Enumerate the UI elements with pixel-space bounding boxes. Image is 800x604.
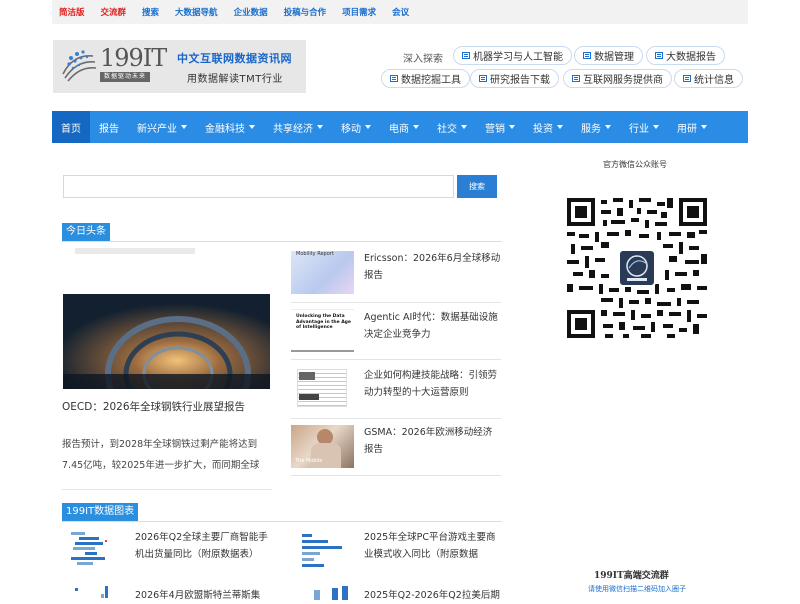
- news-title-skills-strategy[interactable]: 企业如何构建技能战略：引领劳动力转型的十大运营原则: [364, 367, 501, 401]
- main-nav: 首页 报告 新兴产业 金融科技 共享经济 移动 电商 社交 营销 投资 服务 行…: [52, 111, 748, 143]
- topbar-link-submit[interactable]: 投稿与合作: [284, 6, 327, 18]
- nav-item-invest[interactable]: 投资: [524, 111, 572, 143]
- logo-slogan: 数据驱动未来: [100, 72, 150, 82]
- topbar-link-search[interactable]: 搜索: [142, 6, 159, 18]
- nav-item-reports[interactable]: 报告: [90, 111, 128, 143]
- chart-thumbnail[interactable]: [294, 584, 356, 600]
- search-button[interactable]: 搜索: [457, 175, 497, 198]
- report-icon: [655, 52, 663, 59]
- cropped-image-strip: [75, 248, 195, 254]
- nav-item-social[interactable]: 社交: [428, 111, 476, 143]
- nav-item-user-research[interactable]: 用研: [668, 111, 716, 143]
- report-icon: [572, 75, 580, 82]
- search-input[interactable]: [63, 175, 454, 198]
- chevron-down-icon: [653, 125, 659, 129]
- chart-title-smartphone[interactable]: 2026年Q2全球主要厂商智能手机出货量同比（附原数据表）: [135, 529, 272, 563]
- topbar-link-simple[interactable]: 简洁版: [59, 6, 85, 18]
- topbar-link-project[interactable]: 项目需求: [342, 6, 376, 18]
- site-logo[interactable]: 199IT 数据驱动未来 中文互联网数据资讯网 用数据解读TMT行业: [53, 40, 306, 93]
- section-divider: [62, 521, 502, 522]
- section-divider: [62, 241, 502, 242]
- news-thumbnail[interactable]: [291, 366, 354, 409]
- chevron-down-icon: [249, 125, 255, 129]
- divider: [291, 359, 501, 360]
- globe-logo-icon: [62, 50, 97, 82]
- news-thumbnail[interactable]: Unlocking the Data Advantage in the Age …: [291, 309, 354, 352]
- chevron-down-icon: [461, 125, 467, 129]
- topbar-link-meeting[interactable]: 会议: [392, 6, 409, 18]
- nav-item-industry[interactable]: 行业: [620, 111, 668, 143]
- section-heading-headlines: 今日头条: [62, 223, 110, 241]
- chevron-down-icon: [509, 125, 515, 129]
- news-title-gsma[interactable]: GSMA：2026年欧洲移动经济报告: [364, 424, 501, 458]
- nav-item-emerging[interactable]: 新兴产业: [128, 111, 196, 143]
- explore-link-report-download[interactable]: 研究报告下载: [470, 69, 559, 88]
- group-title: 199IT高端交流群: [594, 571, 669, 581]
- logo-subtitle: 用数据解读TMT行业: [187, 74, 283, 85]
- top-utility-bar: 简洁版 交流群 搜索 大数据导航 企业数据 投稿与合作 项目需求 会议: [52, 0, 748, 24]
- nav-item-home[interactable]: 首页: [52, 111, 90, 143]
- chevron-down-icon: [701, 125, 707, 129]
- wechat-label: 官方微信公众账号: [603, 160, 667, 169]
- news-thumbnail[interactable]: Mobility Report: [291, 251, 354, 294]
- report-icon: [583, 52, 591, 59]
- chevron-down-icon: [317, 125, 323, 129]
- news-title-ericsson[interactable]: Ericsson：2026年6月全球移动报告: [364, 250, 501, 284]
- headline-title[interactable]: OECD：2026年全球钢铁行业展望报告: [62, 399, 245, 414]
- explore-link-data-management[interactable]: 数据管理: [574, 46, 643, 65]
- explore-label: 深入探索: [403, 54, 443, 65]
- topbar-link-group[interactable]: 交流群: [101, 6, 127, 18]
- report-icon: [390, 75, 398, 82]
- chart-title-latam[interactable]: 2025年Q2-2026年Q2拉美后期: [364, 587, 501, 604]
- explore-link-bigdata-report[interactable]: 大数据报告: [646, 46, 725, 65]
- explore-link-ml-ai[interactable]: 机器学习与人工智能: [453, 46, 572, 65]
- logo-title: 中文互联网数据资讯网: [177, 52, 292, 65]
- divider: [62, 489, 272, 490]
- chart-thumbnail[interactable]: [65, 528, 127, 572]
- topbar-link-company-data[interactable]: 企业数据: [234, 6, 268, 18]
- explore-link-statistics[interactable]: 统计信息: [674, 69, 743, 88]
- nav-item-fintech[interactable]: 金融科技: [196, 111, 264, 143]
- report-icon: [462, 52, 470, 59]
- topbar-link-bigdata-nav[interactable]: 大数据导航: [175, 6, 218, 18]
- chevron-down-icon: [413, 125, 419, 129]
- nav-item-mobile[interactable]: 移动: [332, 111, 380, 143]
- explore-link-mining-tools[interactable]: 数据挖掘工具: [381, 69, 470, 88]
- chevron-down-icon: [605, 125, 611, 129]
- divider: [291, 475, 501, 476]
- chevron-down-icon: [557, 125, 563, 129]
- news-title-agentic-ai[interactable]: Agentic AI时代：数据基础设施决定企业竞争力: [364, 309, 501, 343]
- report-icon: [683, 75, 691, 82]
- divider: [291, 302, 501, 303]
- wechat-qr-code: [567, 198, 707, 338]
- news-thumbnail[interactable]: The Mobile: [291, 425, 354, 468]
- explore-link-isp[interactable]: 互联网服务提供商: [563, 69, 672, 88]
- chart-thumbnail[interactable]: [294, 528, 356, 572]
- headline-image[interactable]: [63, 294, 270, 389]
- nav-item-marketing[interactable]: 营销: [476, 111, 524, 143]
- chart-thumbnail[interactable]: [65, 584, 127, 600]
- group-subtitle: 请使用微信扫描二维码加入圈子: [588, 585, 686, 593]
- chart-title-pc-gaming[interactable]: 2025年全球PC平台游戏主要商业模式收入同比（附原数据: [364, 529, 501, 563]
- logo-brand: 199IT: [100, 44, 167, 72]
- nav-item-ecommerce[interactable]: 电商: [380, 111, 428, 143]
- report-icon: [479, 75, 487, 82]
- nav-item-sharing[interactable]: 共享经济: [264, 111, 332, 143]
- section-heading-data-charts: 199IT数据图表: [62, 503, 139, 521]
- nav-item-services[interactable]: 服务: [572, 111, 620, 143]
- chevron-down-icon: [181, 125, 187, 129]
- chart-title-eu-stellantis[interactable]: 2026年4月欧盟斯特兰蒂斯集: [135, 587, 272, 604]
- divider: [291, 418, 501, 419]
- chevron-down-icon: [365, 125, 371, 129]
- headline-description: 报告预计，到2028年全球钢铁过剩产能将达到7.45亿吨，较2025年进一步扩大…: [62, 439, 260, 471]
